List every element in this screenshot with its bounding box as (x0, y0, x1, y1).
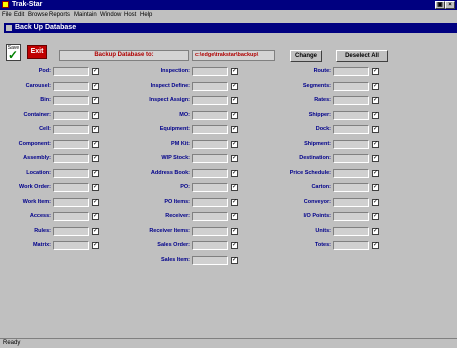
label-segments: Segments: (302, 83, 331, 89)
field-destination[interactable] (333, 154, 369, 163)
menu-window[interactable]: Window (100, 11, 121, 19)
field-totes[interactable] (333, 241, 369, 250)
label-shipper: Shipper: (308, 112, 331, 118)
close-button[interactable]: × (445, 1, 455, 9)
field-route[interactable] (333, 67, 369, 76)
save-button[interactable]: Save ✓ (6, 44, 21, 61)
row-price-schedule: Price Schedule: ✓ (0, 169, 457, 178)
field-segments[interactable] (333, 82, 369, 91)
label-price-schedule: Price Schedule: (289, 170, 331, 176)
row-carton: Carton: ✓ (0, 183, 457, 192)
field-price-schedule[interactable] (333, 169, 369, 178)
app-icon (2, 1, 9, 8)
checkbox-sales-item[interactable]: ✓ (231, 257, 238, 264)
checkmark-icon: ✓ (8, 48, 19, 62)
checkbox-segments[interactable]: ✓ (372, 83, 379, 90)
field-shipment[interactable] (333, 140, 369, 149)
checkbox-shipper[interactable]: ✓ (372, 112, 379, 119)
checkbox-carton[interactable]: ✓ (372, 184, 379, 191)
checkbox-units[interactable]: ✓ (372, 228, 379, 235)
row-shipper: Shipper: ✓ (0, 111, 457, 120)
row-sales-item: Sales Item: ✓ (0, 256, 457, 265)
row-totes: Totes: ✓ (0, 241, 457, 250)
label-destination: Destination: (299, 155, 331, 161)
checkbox-rates[interactable]: ✓ (372, 97, 379, 104)
label-rates: Rates: (314, 97, 331, 103)
field-i-o-points[interactable] (333, 212, 369, 221)
backup-path-field[interactable]: c:\edge\trakstar\backup\ (192, 50, 275, 61)
checkbox-i-o-points[interactable]: ✓ (372, 213, 379, 220)
checkbox-route[interactable]: ✓ (372, 68, 379, 75)
label-shipment: Shipment: (304, 141, 331, 147)
change-button[interactable]: Change (290, 50, 322, 62)
menu-bar: File Edit Browse Reports Maintain Window… (0, 10, 457, 20)
checkbox-dock[interactable]: ✓ (372, 126, 379, 133)
app-title-bar: Trak-Star ▣ × (0, 0, 457, 10)
menu-edit[interactable]: Edit (14, 11, 24, 19)
app-title: Trak-Star (12, 1, 43, 8)
menu-reports[interactable]: Reports (49, 11, 70, 19)
label-route: Route: (313, 68, 331, 74)
exit-button[interactable]: Exit (27, 45, 47, 59)
row-i-o-points: I/O Points: ✓ (0, 212, 457, 221)
row-route: Route: ✓ (0, 67, 457, 76)
window-icon (6, 25, 12, 31)
label-i-o-points: I/O Points: (303, 213, 332, 219)
row-units: Units: ✓ (0, 227, 457, 236)
row-segments: Segments: ✓ (0, 82, 457, 91)
label-dock: Dock: (315, 126, 331, 132)
row-shipment: Shipment: ✓ (0, 140, 457, 149)
field-carton[interactable] (333, 183, 369, 192)
child-title-bar: Back Up Database (4, 23, 457, 33)
field-sales-item[interactable] (192, 256, 228, 265)
status-text: Ready (3, 340, 21, 346)
checkbox-conveyor[interactable]: ✓ (372, 199, 379, 206)
label-units: Units: (315, 228, 331, 234)
deselect-all-button[interactable]: Deselect All (336, 50, 388, 62)
field-dock[interactable] (333, 125, 369, 134)
menu-host[interactable]: Host (124, 11, 136, 19)
field-shipper[interactable] (333, 111, 369, 120)
checkbox-totes[interactable]: ✓ (372, 242, 379, 249)
label-carton: Carton: (311, 184, 331, 190)
menu-browse[interactable]: Browse (28, 11, 48, 19)
restore-button[interactable]: ▣ (435, 1, 445, 9)
menu-file[interactable]: File (2, 11, 12, 19)
field-units[interactable] (333, 227, 369, 236)
field-rates[interactable] (333, 96, 369, 105)
label-sales-item: Sales Item: (160, 257, 190, 263)
checkbox-price-schedule[interactable]: ✓ (372, 170, 379, 177)
menu-maintain[interactable]: Maintain (74, 11, 97, 19)
checkbox-shipment[interactable]: ✓ (372, 141, 379, 148)
row-dock: Dock: ✓ (0, 125, 457, 134)
backup-target-label: Backup Database to: (59, 50, 189, 61)
row-destination: Destination: ✓ (0, 154, 457, 163)
row-rates: Rates: ✓ (0, 96, 457, 105)
status-bar: Ready (0, 338, 457, 348)
child-title: Back Up Database (15, 24, 77, 31)
checkbox-destination[interactable]: ✓ (372, 155, 379, 162)
label-totes: Totes: (314, 242, 331, 248)
label-conveyor: Conveyor: (303, 199, 331, 205)
menu-help[interactable]: Help (140, 11, 152, 19)
row-conveyor: Conveyor: ✓ (0, 198, 457, 207)
field-conveyor[interactable] (333, 198, 369, 207)
